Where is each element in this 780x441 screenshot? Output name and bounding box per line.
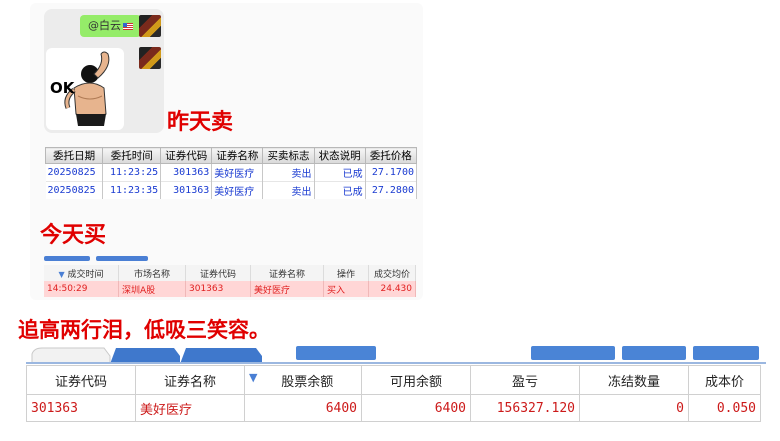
- column-header[interactable]: 成本价: [688, 365, 761, 395]
- trade-time-cell: 14:50:29: [44, 281, 119, 297]
- sort-down-icon: ▼: [249, 370, 258, 384]
- frozen-quantity-cell: 0: [579, 394, 689, 422]
- column-header[interactable]: 证券代码: [185, 265, 251, 281]
- order-date-cell: 20250825: [45, 181, 104, 199]
- column-header-label: 成交时间: [67, 269, 104, 280]
- chat-mention-text: @白云: [88, 19, 121, 32]
- order-time-cell: 11:23:35: [102, 181, 162, 199]
- order-date-cell: 20250825: [45, 163, 104, 182]
- table-row[interactable]: 20250825 11:23:25 301363 美好医疗 卖出 已成 27.1…: [45, 163, 418, 182]
- sticker-ok-text: OK: [50, 79, 75, 97]
- trade-table-header: ▼ 成交时间 市场名称 证券代码 证券名称 操作 成交均价: [44, 265, 416, 281]
- column-header[interactable]: 可用余额: [361, 365, 471, 395]
- flag-icon: [123, 22, 133, 30]
- side-cell: 卖出: [262, 181, 315, 199]
- order-table: 委托日期 委托时间 证券代码 证券名称 买卖标志 状态说明 委托价格 20250…: [44, 147, 418, 199]
- column-header[interactable]: 成交均价: [368, 265, 416, 281]
- column-header[interactable]: 操作: [323, 265, 369, 281]
- chat-message-bubble: @白云: [80, 15, 141, 37]
- table-row[interactable]: 301363 美好医疗 6400 6400 156327.120 0 0.050: [26, 394, 761, 422]
- column-header[interactable]: 证券名称: [211, 147, 264, 164]
- column-header[interactable]: 盈亏: [470, 365, 580, 395]
- position-table-header: 证券代码 证券名称 ▼ 股票余额 可用余额 盈亏 冻结数量 成本价: [26, 365, 761, 395]
- column-header[interactable]: 证券代码: [160, 147, 213, 164]
- security-code-cell: 301363: [160, 163, 213, 182]
- column-header[interactable]: 市场名称: [118, 265, 186, 281]
- table-row[interactable]: 20250825 11:23:35 301363 美好医疗 卖出 已成 27.2…: [45, 181, 418, 199]
- avg-price-cell: 24.430: [368, 281, 416, 297]
- security-name-cell: 美好医疗: [211, 163, 264, 182]
- table-row[interactable]: 14:50:29 深圳A股 301363 美好医疗 买入 24.430: [44, 281, 416, 297]
- column-header-label: 股票余额: [281, 374, 334, 390]
- column-header[interactable]: 证券名称: [135, 365, 245, 395]
- security-code-cell: 301363: [26, 394, 136, 422]
- column-header[interactable]: 证券代码: [26, 365, 136, 395]
- order-time-cell: 11:23:25: [102, 163, 162, 182]
- security-code-cell: 301363: [185, 281, 251, 297]
- column-header[interactable]: 冻结数量: [579, 365, 689, 395]
- security-name-cell: 美好医疗: [211, 181, 264, 199]
- column-header[interactable]: 委托价格: [364, 147, 418, 164]
- price-cell: 27.2800: [365, 181, 418, 199]
- caption-today-buy: 今天买: [40, 223, 107, 248]
- caption-yesterday-sell: 昨天卖: [167, 110, 234, 135]
- profit-loss-cell: 156327.120: [470, 394, 580, 422]
- side-cell: 卖出: [262, 163, 315, 182]
- column-header[interactable]: 买卖标志: [262, 147, 315, 164]
- operation-cell: 买入: [323, 281, 369, 297]
- column-header[interactable]: 证券名称: [250, 265, 324, 281]
- avatar: [139, 47, 161, 69]
- tab[interactable]: [44, 256, 90, 261]
- sort-down-icon: ▼: [58, 269, 65, 279]
- cost-price-cell: 0.050: [688, 394, 761, 422]
- security-name-cell: 美好医疗: [250, 281, 324, 297]
- security-code-cell: 301363: [160, 181, 213, 199]
- column-header[interactable]: ▼ 成交时间: [44, 265, 119, 281]
- column-header[interactable]: 委托日期: [44, 147, 104, 164]
- column-header[interactable]: ▼ 股票余额: [244, 365, 362, 395]
- available-balance-cell: 6400: [361, 394, 471, 422]
- market-name-cell: 深圳A股: [118, 281, 186, 297]
- price-cell: 27.1700: [365, 163, 418, 182]
- trade-table: ▼ 成交时间 市场名称 证券代码 证券名称 操作 成交均价 14:50:29 深…: [44, 265, 416, 297]
- column-header[interactable]: 委托时间: [102, 147, 162, 164]
- stock-balance-cell: 6400: [244, 394, 362, 422]
- column-header[interactable]: 状态说明: [313, 147, 366, 164]
- security-name-cell: 美好医疗: [135, 394, 245, 422]
- avatar: [139, 15, 161, 37]
- trade-tab-strip: [44, 256, 154, 262]
- position-toolbar: [26, 346, 766, 364]
- order-table-header: 委托日期 委托时间 证券代码 证券名称 买卖标志 状态说明 委托价格: [44, 147, 418, 164]
- status-cell: 已成: [314, 181, 366, 199]
- tab[interactable]: [96, 256, 148, 261]
- position-table: 证券代码 证券名称 ▼ 股票余额 可用余额 盈亏 冻结数量 成本价 301363 …: [26, 365, 761, 422]
- status-cell: 已成: [314, 163, 366, 182]
